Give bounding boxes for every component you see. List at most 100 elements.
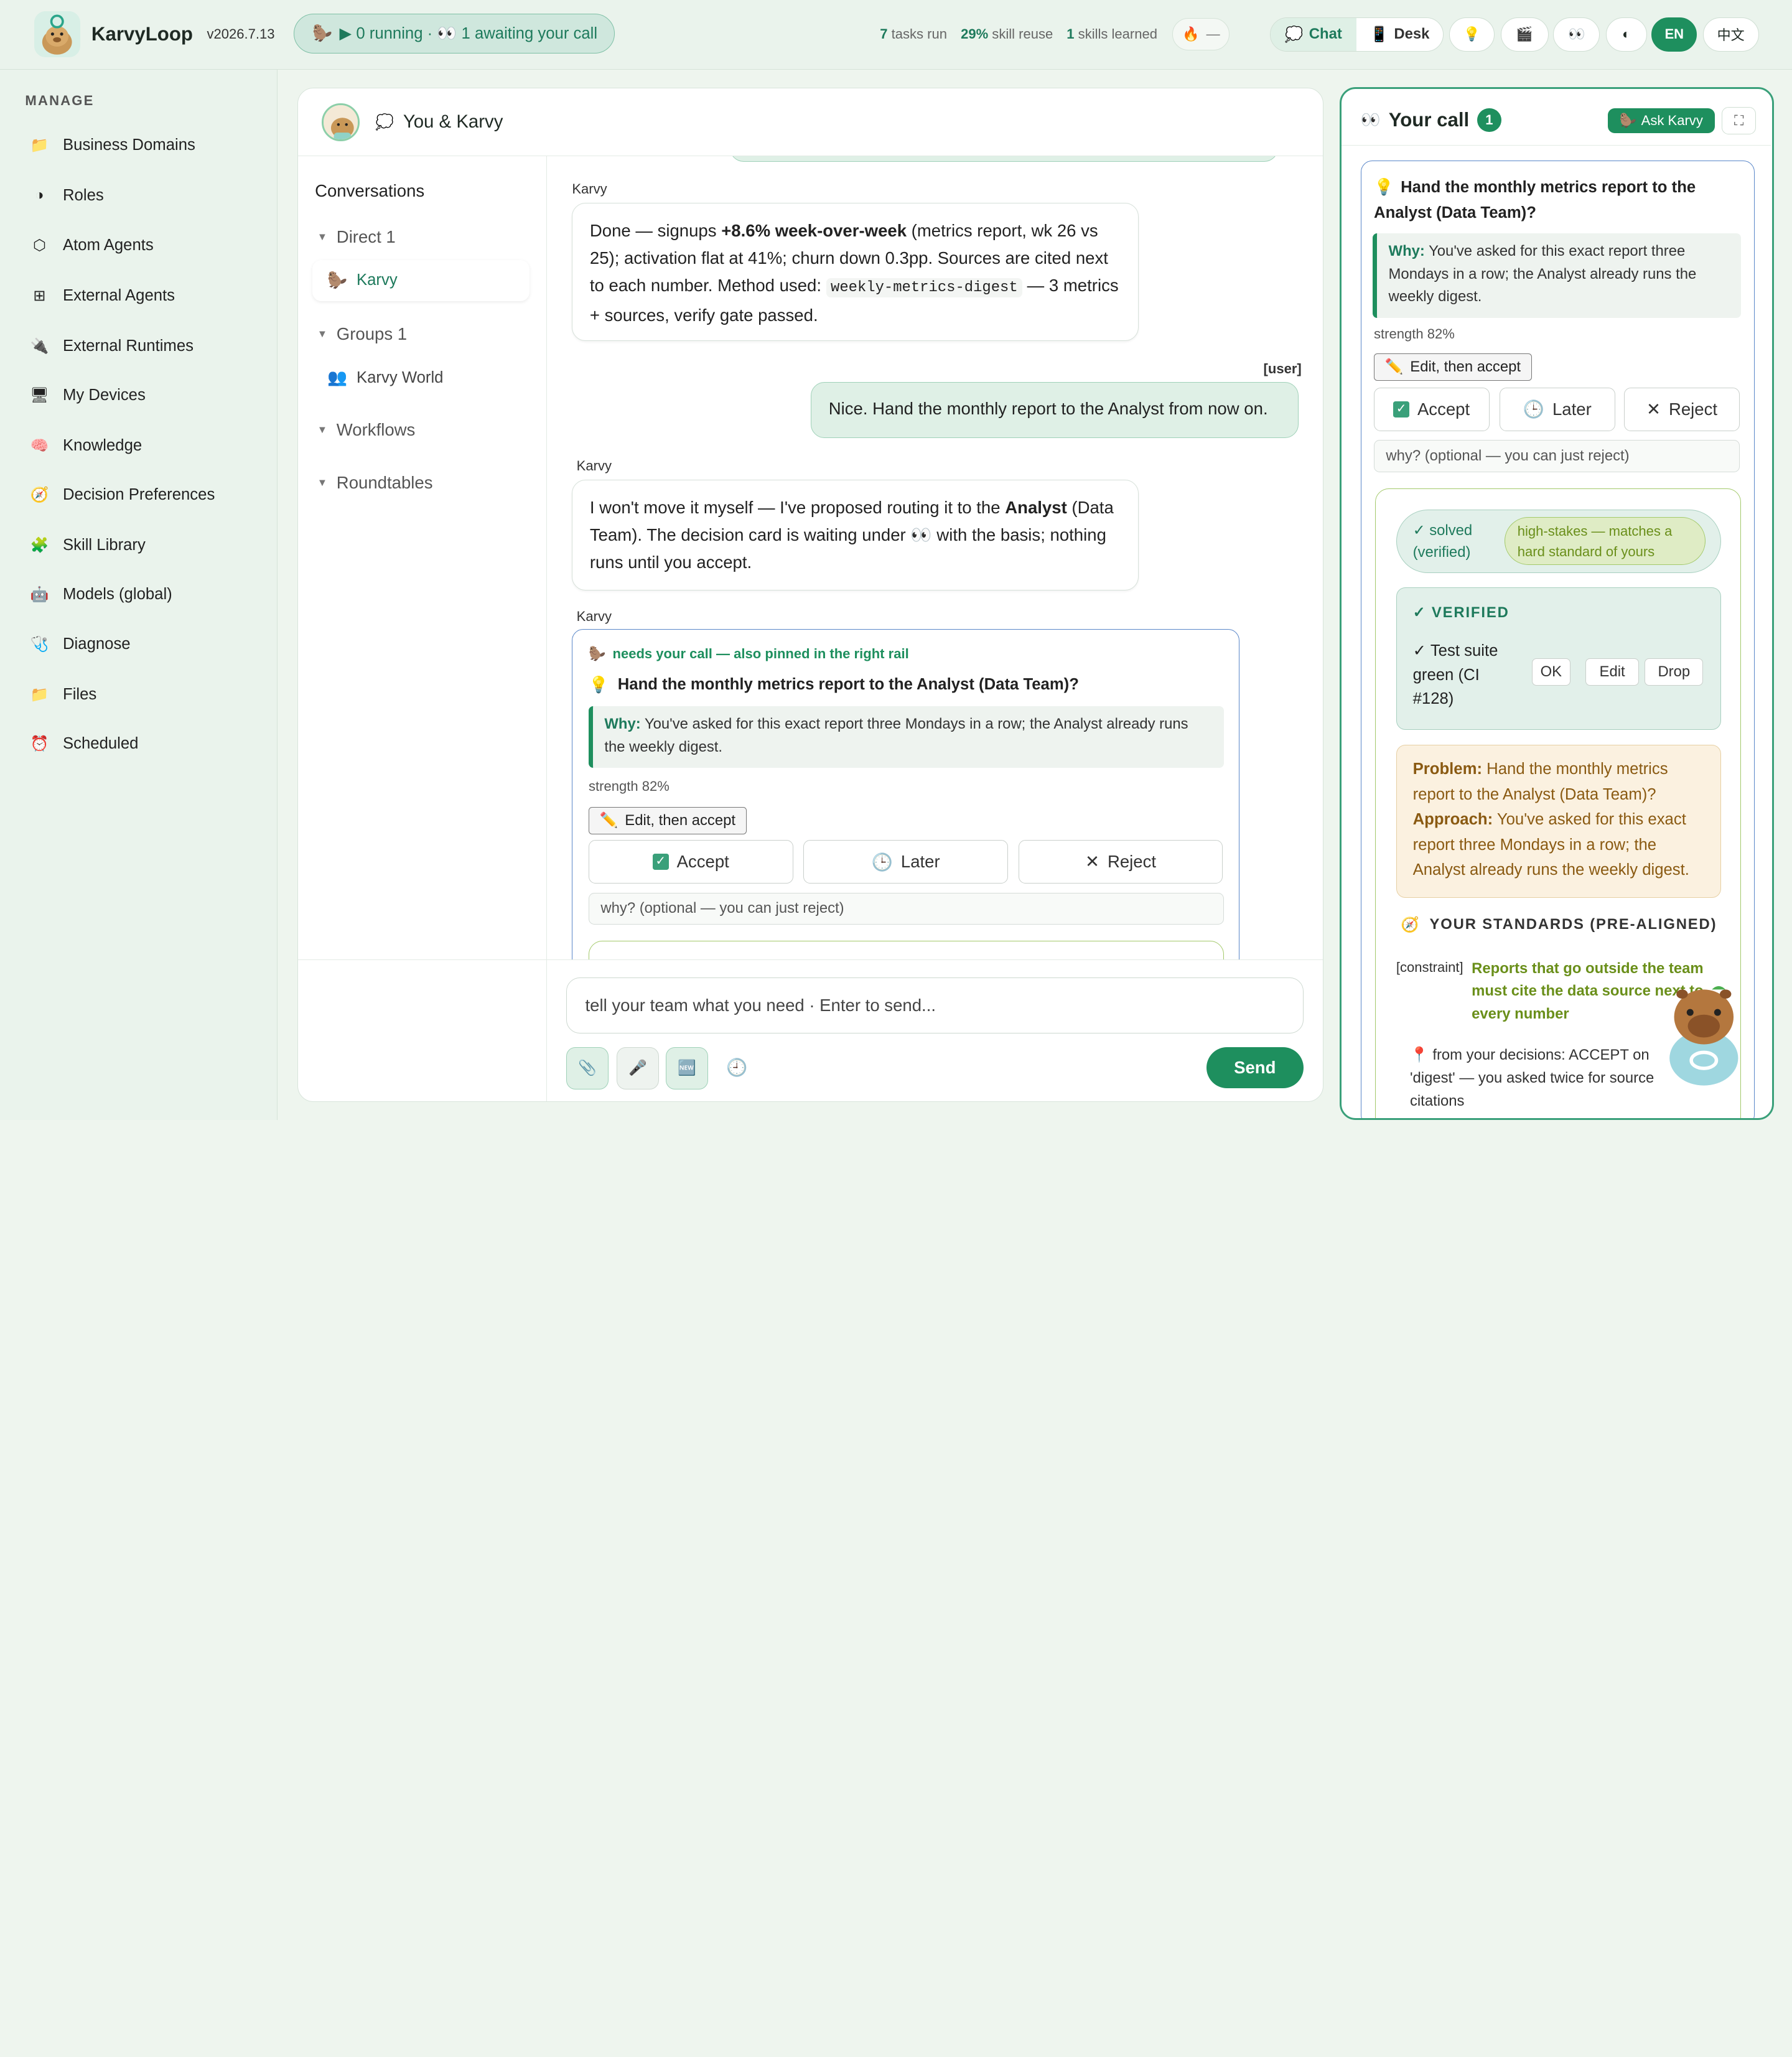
message-input[interactable]: tell your team what you need · Enter to … [566,977,1304,1033]
message-sender: Karvy [576,609,612,625]
sidebar-item-models-global[interactable]: 🤖 Models (global) [30,581,172,608]
capybara-mascot-icon[interactable] [1657,978,1751,1088]
card-question: 💡 Hand the monthly metrics report to the … [589,675,1079,694]
triangle-down-icon: ▼ [317,230,328,243]
voice-button[interactable]: 🎤 [616,1047,659,1089]
sidebar-item-atom-agents[interactable]: ⬡ Atom Agents [30,232,154,259]
desk-mode-button[interactable]: 📱 Desk [1356,17,1443,51]
grid-icon: ⊞ [33,287,46,305]
attach-button[interactable]: 📎 [566,1047,609,1089]
phone-icon: 📱 [1370,26,1389,43]
rail-later-button[interactable]: 🕒 Later [1500,387,1615,431]
group-roundtables[interactable]: ▼ Roundtables [317,473,433,493]
folder-icon: 📁 [30,686,49,704]
beaver-icon: 🦫 [1619,113,1637,128]
run-status-pill[interactable]: 🦫 ▶ 0 running · 👀 1 awaiting your call [294,14,615,54]
decision-card: 🦫 needs your call — also pinned in the ri… [572,629,1239,959]
stat-tasks-run: 7 tasks run [880,26,948,42]
triangle-down-icon: ▼ [317,476,328,488]
microphone-icon: 🎤 [628,1060,647,1077]
rail-edit-then-accept-button[interactable]: ✏️ Edit, then accept [1374,353,1532,381]
clock-icon: 🕒 [1523,399,1545,419]
top-bar: KarvyLoop v2026.7.13 🦫 ▶ 0 running · 👀 1… [0,0,1792,70]
board-icon: 🎬 [1516,26,1533,42]
composer: tell your team what you need · Enter to … [297,959,1323,1101]
accept-button[interactable]: ✓ Accept [589,840,793,884]
ask-karvy-button[interactable]: 🦫 Ask Karvy [1607,108,1715,134]
sidebar-item-roles[interactable]: ◑ Roles [30,182,104,209]
eyes-icon: 👀 [1567,26,1585,42]
contrast-icon: ◑ [35,187,44,204]
message-sender: Karvy [572,181,607,197]
stat-skill-reuse: 29% skill reuse [961,26,1053,42]
edit-then-accept-button[interactable]: ✏️ Edit, then accept [589,806,747,834]
problem-approach-box: Problem: Hand the monthly metrics report… [1396,744,1721,898]
rail-title: 👀 Your call 1 [1361,108,1501,133]
rail-decision-card: 💡 Hand the monthly metrics report to the … [1360,161,1755,1118]
sidebar-item-scheduled[interactable]: ⏰ Scheduled [30,730,139,758]
later-button[interactable]: 🕒 Later [803,840,1009,884]
stats-bar: 7 tasks run 29% skill reuse 1 skills lea… [880,26,1157,42]
sidebar-item-my-devices[interactable]: 🖥 My Devices [30,381,146,409]
sidebar-item-diagnose[interactable]: 🩺 Diagnose [30,631,131,658]
lightbulb-icon: 💡 [1463,26,1481,42]
rail-header: 👀 Your call 1 🦫 Ask Karvy ⛶ [1341,89,1771,146]
compass-icon: 🧭 [30,486,49,503]
watch-button[interactable]: 👀 [1553,17,1600,52]
card-why: Why: You've asked for this exact report … [589,706,1225,768]
rail-reject-button[interactable]: ✕ Reject [1624,387,1740,431]
board-button[interactable]: 🎬 [1500,17,1549,52]
verified-ok-button[interactable]: OK [1531,658,1571,686]
history-icon[interactable]: 🕘 [726,1057,747,1078]
sidebar-item-knowledge[interactable]: 🧠 Knowledge [30,432,142,459]
check-box-icon: ✓ [1393,401,1410,417]
sidebar-item-external-agents[interactable]: ⊞ External Agents [30,282,175,310]
alarm-icon: ⏰ [30,735,49,753]
plug-icon: 🔌 [30,338,49,355]
chat-mode-button[interactable]: 💭 Chat [1270,17,1357,51]
close-icon: ✕ [1085,852,1100,871]
lang-en-button[interactable]: EN [1651,17,1697,52]
send-button[interactable]: Send [1206,1047,1304,1088]
rail-reject-reason-input[interactable]: why? (optional — you can just reject) [1374,440,1740,472]
sidebar-section-title: MANAGE [25,92,95,108]
sidebar-item-skill-library[interactable]: 🧩 Skill Library [30,531,146,559]
reject-reason-input[interactable]: why? (optional — you can just reject) [589,892,1225,925]
user-message-bubble: Nice. Hand the monthly report to the Ana… [811,382,1299,439]
check-box-icon: ✓ [653,854,669,870]
puzzle-icon: 🧩 [30,536,49,554]
verified-item: ✓ Test suite green (CI #128) [1412,642,1498,708]
brain-icon: 🧠 [30,437,49,454]
message-bubble: I won't move it myself — I've proposed r… [572,479,1139,590]
lang-zh-button[interactable]: 中文 [1702,17,1759,52]
group-direct[interactable]: ▼ Direct 1 [317,227,396,247]
sidebar-item-business-domains[interactable]: 📁 Business Domains [30,131,195,159]
right-rail: 👀 Your call 1 🦫 Ask Karvy ⛶ 💡 Hand the month… [1339,86,1774,1120]
verified-drop-button[interactable]: Drop [1645,658,1704,686]
group-groups[interactable]: ▼ Groups 1 [317,324,407,344]
conversation-karvy[interactable]: 🦫 Karvy [312,259,530,302]
people-icon: 👥 [327,369,348,387]
sidebar: MANAGE 📁 Business Domains ◑ Roles ⬡ Atom Ag… [0,70,278,1120]
reject-button[interactable]: ✕ Reject [1018,840,1223,884]
triangle-down-icon: ▼ [317,424,328,436]
rail-why: Why: You've asked for this exact report … [1373,233,1741,318]
sidebar-item-decision-preferences[interactable]: 🧭 Decision Preferences [30,481,215,508]
card-tag: 🦫 needs your call — also pinned in the ri… [589,645,909,661]
group-workflows[interactable]: ▼ Workflows [317,420,416,440]
conversation-karvy-world[interactable]: 👥 Karvy World [312,357,530,398]
pencil-icon: ✏️ [1384,358,1404,376]
verified-edit-button[interactable]: Edit [1585,658,1640,686]
sidebar-item-files[interactable]: 📁 Files [30,681,97,709]
hexagon-icon: ⬡ [32,237,46,254]
verified-box: ✓ VERIFIED ✓ Test suite green (CI #128) … [1396,587,1721,730]
new-button[interactable]: 🆕 [665,1047,708,1089]
pencil-icon: ✏️ [599,812,618,829]
sidebar-item-external-runtimes[interactable]: 🔌 External Runtimes [30,332,194,360]
ideas-button[interactable]: 💡 [1449,17,1495,52]
rail-accept-button[interactable]: ✓ Accept [1374,387,1490,431]
ember-indicator[interactable]: 🔥 — [1172,18,1230,50]
expand-icon[interactable]: ⛶ [1722,106,1757,135]
beaver-icon: 🦫 [327,271,348,289]
theme-toggle-button[interactable]: ◐ [1605,17,1647,52]
